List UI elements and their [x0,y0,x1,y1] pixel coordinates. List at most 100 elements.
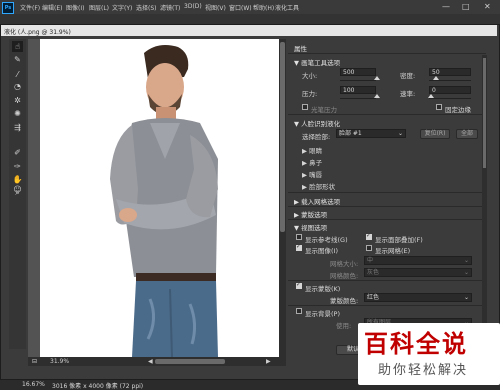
density-label: 密度: [400,72,416,80]
rate-slider-knob[interactable] [428,94,434,98]
pin-edges-label: 固定边缘 [445,106,471,114]
dialog-title: 液化 (人.png @ 31.9%) [4,29,71,36]
select-face-dropdown[interactable]: 脸部 #1 ⌄ [336,129,406,138]
stylus-pressure-checkbox[interactable] [302,104,308,110]
push-left-icon[interactable]: ⇶ [12,122,23,133]
size-slider[interactable] [340,80,376,81]
mesh-color-label: 网格颜色: [330,272,359,280]
menu-layer[interactable]: 图层(L) [89,3,109,12]
show-image-label: 显示图像(I) [305,247,338,255]
density-slider-knob[interactable] [433,76,439,80]
rate-field[interactable]: 0 [429,86,471,94]
dialog-title-bar: 液化 (人.png @ 31.9%) [1,25,497,36]
face-aware-header[interactable]: ▼ 人脸识别液化 [294,118,340,128]
view-options-header[interactable]: ▼ 视图选项 [294,222,327,232]
zoom-out-icon[interactable]: ⊟ [32,358,37,365]
mesh-size-label: 网格大小: [330,260,359,268]
forward-warp-icon[interactable]: ☝ [12,41,23,52]
divider [288,219,486,220]
rate-label: 速率: [400,90,416,98]
view-options-label: 视图选项 [301,224,328,232]
chevron-down-icon: ⌄ [463,294,469,301]
density-slider[interactable] [429,80,471,81]
scroll-left-icon[interactable]: ◀ [148,358,153,365]
mesh-size-value: 中 [367,257,374,264]
size-slider-knob[interactable] [374,76,380,80]
pucker-icon[interactable]: ✲ [12,95,23,106]
show-face-overlay-checkbox[interactable] [366,232,372,240]
all-button[interactable]: 全部 [456,129,478,139]
divider [288,280,486,281]
mask-color-dropdown[interactable]: 红色 ⌄ [364,293,472,302]
face-item-eyes[interactable]: ▶ 眼睛 [302,145,322,155]
thaw-mask-icon[interactable]: ✑ [12,161,23,172]
show-mesh-label: 显示网格(E) [375,247,411,255]
mesh-size-dropdown[interactable]: 中 ⌄ [364,256,472,265]
rate-slider[interactable] [429,98,471,99]
menu-help[interactable]: 帮助(H) [253,3,274,12]
twirl-icon[interactable]: ◔ [12,81,23,92]
face-item-nose[interactable]: ▶ 鼻子 [302,157,322,167]
hand-icon[interactable]: ✋ [12,174,23,185]
menu-3d[interactable]: 3D(D) [184,3,202,10]
menu-file[interactable]: 文件(F) [20,3,40,12]
divider [288,53,486,54]
menu-image[interactable]: 图像(I) [66,3,84,12]
load-mesh-header[interactable]: ▶ 载入网格选项 [294,196,340,206]
status-zoom: 16.67% [22,381,45,388]
smooth-icon[interactable]: ⁄ [12,69,23,80]
reset-button[interactable]: 复位(R) [420,129,450,139]
show-mesh-checkbox[interactable] [366,245,372,251]
zoom-icon[interactable]: ⌕ [12,187,23,198]
panel-title: 属性 [294,45,307,53]
canvas-vertical-scroll-thumb[interactable] [280,42,285,232]
mask-options-header[interactable]: ▶ 蒙版选项 [294,209,327,219]
mask-color-label: 蒙版颜色: [330,297,359,305]
mesh-color-value: 灰色 [367,269,380,276]
pressure-field[interactable]: 100 [340,86,376,94]
face-aware-label: 人脸识别液化 [301,120,341,128]
menu-liquify-tool[interactable]: 液化工具 [275,3,299,12]
photoshop-logo: Ps [2,2,14,14]
show-mask-label: 显示蒙版(K) [305,285,341,293]
menu-select[interactable]: 选择(S) [136,3,157,12]
image-canvas[interactable] [40,39,279,358]
show-face-overlay-label: 显示面部叠加(F) [375,236,423,244]
bloat-icon[interactable]: ✺ [12,108,23,119]
maximize-icon[interactable]: □ [462,2,470,11]
show-guides-checkbox[interactable] [296,234,302,240]
reconstruct-icon[interactable]: ✎ [12,54,23,65]
show-backdrop-checkbox[interactable] [296,308,302,314]
density-field[interactable]: 50 [429,68,471,76]
minimize-icon[interactable]: — [442,2,450,11]
scroll-right-icon[interactable]: ▶ [266,358,271,365]
select-face-value: 脸部 #1 [339,130,362,137]
canvas-horizontal-scroll-thumb[interactable] [155,359,225,364]
mesh-color-dropdown[interactable]: 灰色 ⌄ [364,268,472,277]
panel-scroll-thumb[interactable] [483,58,486,168]
chevron-down-icon: ⌄ [463,269,469,276]
show-backdrop-label: 显示背景(P) [305,310,340,318]
menu-edit[interactable]: 编辑(E) [42,3,62,12]
pressure-slider-knob[interactable] [374,94,380,98]
zoom-level[interactable]: 31.9% [50,358,69,365]
stylus-pressure-label: 光笔压力 [311,106,337,114]
menu-filter[interactable]: 滤镜(T) [160,3,180,12]
freeze-mask-icon[interactable]: ✐ [12,147,23,158]
menu-view[interactable]: 视图(V) [205,3,226,12]
menu-window[interactable]: 窗口(W) [229,3,252,12]
show-mask-checkbox[interactable] [296,281,302,289]
face-item-shape[interactable]: ▶ 脸部形状 [302,181,335,191]
watermark-title: 百科全说 [364,330,468,358]
face-item-mouth[interactable]: ▶ 嘴唇 [302,169,322,179]
watermark-subtitle: 助你轻松解决 [378,363,469,378]
chevron-down-icon: ⌄ [397,130,403,137]
size-field[interactable]: 500 [340,68,376,76]
brush-options-header[interactable]: ▼ 画笔工具选项 [294,57,340,67]
pressure-slider[interactable] [340,98,376,99]
show-image-checkbox[interactable] [296,243,302,251]
menu-type[interactable]: 文字(Y) [112,3,132,12]
pin-edges-checkbox[interactable] [436,104,442,110]
eyes-label: 眼睛 [309,147,323,155]
close-icon[interactable]: ✕ [484,2,491,11]
